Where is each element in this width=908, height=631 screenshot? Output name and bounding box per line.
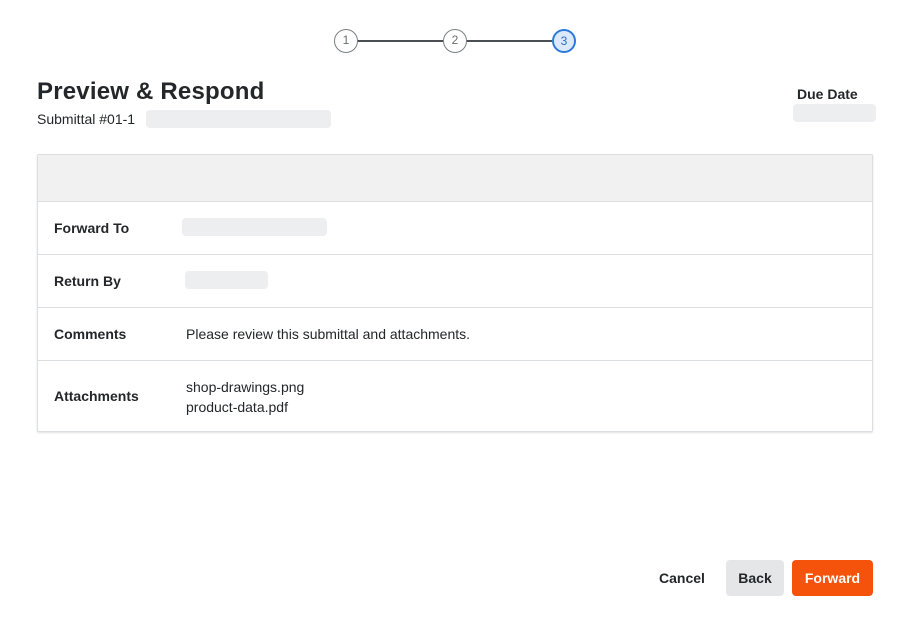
return-by-row: Return By	[38, 255, 872, 308]
submittal-name-placeholder	[146, 110, 331, 128]
details-card-header	[38, 155, 872, 202]
return-by-placeholder	[185, 271, 268, 289]
step-1[interactable]: 1	[334, 29, 358, 53]
stepper-connector	[466, 40, 552, 42]
preview-respond-page: 1 2 3 Preview & Respond Submittal #01-1 …	[0, 0, 908, 631]
stepper-connector	[357, 40, 443, 42]
attachment-file-link[interactable]: product-data.pdf	[186, 397, 304, 417]
step-3-current[interactable]: 3	[552, 29, 576, 53]
details-card: Forward To Return By Comments Please rev…	[37, 154, 873, 432]
back-button[interactable]: Back	[726, 560, 784, 596]
due-date-label: Due Date	[797, 86, 858, 102]
attachments-row: Attachments shop-drawings.png product-da…	[38, 361, 872, 431]
return-by-label: Return By	[54, 273, 121, 289]
comments-row: Comments Please review this submittal an…	[38, 308, 872, 361]
attachments-list: shop-drawings.png product-data.pdf	[186, 377, 304, 417]
comments-value: Please review this submittal and attachm…	[186, 326, 471, 342]
forward-to-row: Forward To	[38, 202, 872, 255]
submittal-number: Submittal #01-1	[37, 111, 136, 127]
forward-to-label: Forward To	[54, 220, 130, 236]
due-date-placeholder	[793, 104, 876, 122]
forward-to-placeholder	[182, 218, 327, 236]
comments-label: Comments	[54, 326, 127, 342]
step-2[interactable]: 2	[443, 29, 467, 53]
cancel-button[interactable]: Cancel	[647, 560, 717, 596]
forward-button[interactable]: Forward	[792, 560, 873, 596]
page-title: Preview & Respond	[37, 78, 265, 105]
attachments-label: Attachments	[54, 388, 139, 404]
progress-stepper: 1 2 3	[334, 29, 576, 53]
attachment-file-link[interactable]: shop-drawings.png	[186, 377, 304, 397]
